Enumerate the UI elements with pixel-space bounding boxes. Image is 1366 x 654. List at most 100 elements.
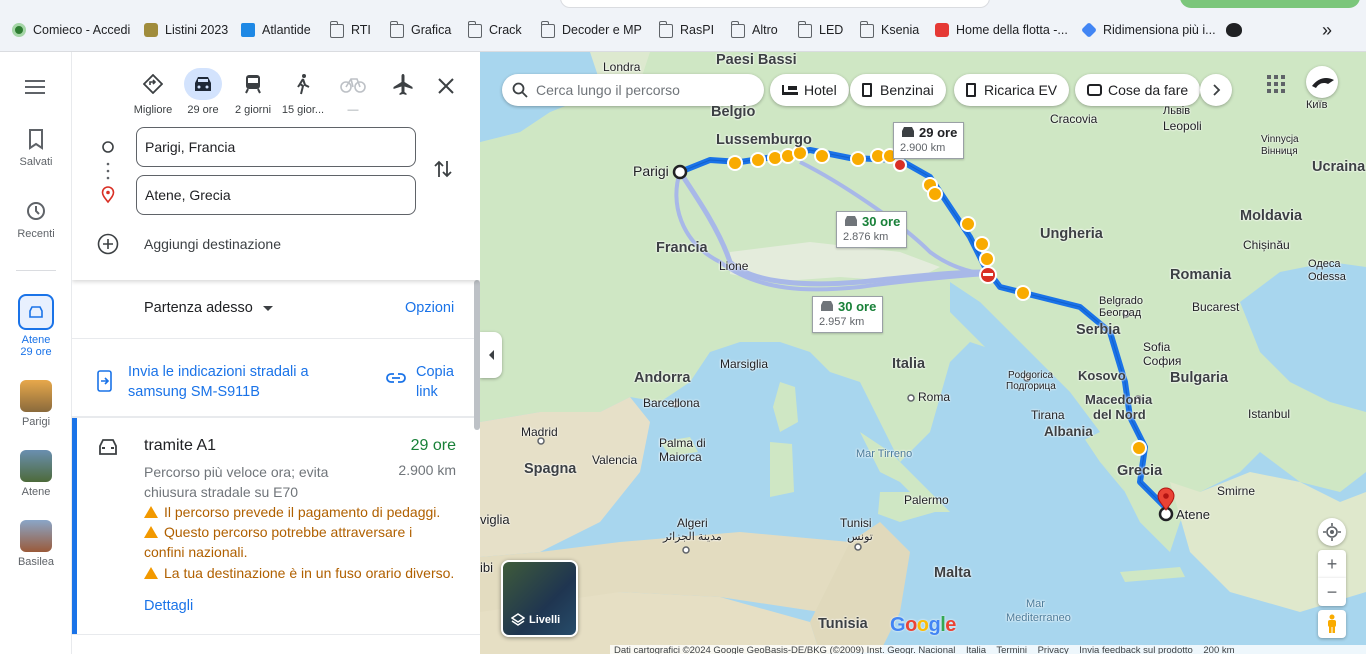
mode-transit[interactable]: 2 giorni [228, 68, 278, 116]
add-destination-button[interactable]: Aggiungi destinazione [96, 232, 281, 256]
mode-label: 29 ore [187, 104, 219, 116]
my-location-button[interactable] [1318, 518, 1346, 546]
recent-place-basel[interactable]: Basilea [0, 520, 72, 568]
send-to-phone-link[interactable]: Invia le indicazioni stradali a samsung … [128, 362, 338, 402]
map-label: viglia [480, 512, 510, 527]
bookmarks-overflow-button[interactable]: » [1322, 20, 1332, 40]
bookmark-rti[interactable]: RTI [330, 20, 371, 40]
map-label: Belgio [711, 104, 756, 120]
bookmark-flotta[interactable]: Home della flotta -... [935, 20, 1068, 40]
warning-text: Questo percorso potrebbe attraversare i … [144, 524, 413, 560]
account-avatar[interactable] [1306, 66, 1338, 98]
destination-input[interactable]: Atene, Grecia [136, 175, 416, 215]
folder-icon [390, 21, 404, 38]
bookmark-label: Decoder e MP [562, 23, 642, 37]
car-icon [184, 68, 222, 100]
zoom-in-button[interactable]: + [1318, 550, 1346, 578]
map-canvas[interactable]: Cerca lungo il percorso Hotel Benzinai R… [480, 52, 1366, 654]
search-along-route-input[interactable]: Cerca lungo il percorso [502, 74, 764, 106]
saved-button[interactable]: Salvati [0, 128, 72, 168]
recent-trip-athens[interactable]: Atene 29 ore [0, 294, 72, 358]
layers-button[interactable]: Livelli [501, 560, 578, 637]
bookmark-listini[interactable]: Listini 2023 [144, 20, 228, 40]
walk-icon [284, 68, 322, 100]
recent-button[interactable]: Recenti [0, 200, 72, 240]
warning-icon [144, 506, 158, 518]
recent-place-athens[interactable]: Atene [0, 450, 72, 498]
address-bar-edge[interactable] [560, 0, 990, 8]
map-label: Francia [656, 240, 708, 256]
bike-icon [334, 68, 372, 100]
route-description: Percorso più veloce ora; evita chiusura … [144, 464, 329, 500]
mode-best[interactable]: Migliore [128, 68, 178, 116]
map-label: Leopoli [1163, 119, 1202, 133]
route-via: tramite A1 [144, 437, 217, 454]
route-distance: 2.900 km [398, 462, 456, 478]
place-label: Atene [21, 486, 51, 498]
plane-icon [384, 68, 422, 100]
bookmark-atlantide[interactable]: Atlantide [241, 20, 311, 40]
route-box-main[interactable]: 29 ore 2.900 km [893, 122, 965, 159]
bookmark-ksenia[interactable]: Ksenia [860, 20, 919, 40]
route-box-alt-2[interactable]: 30 ore 2.957 km [812, 296, 884, 333]
rail-divider [16, 270, 56, 271]
map-label: Вінниця [1261, 146, 1298, 157]
mode-flight[interactable] [378, 68, 428, 104]
caret-down-icon [262, 305, 273, 311]
bookmark-cat[interactable] [1226, 20, 1249, 40]
depart-time-dropdown[interactable]: Partenza adesso [144, 300, 273, 316]
chip-things-to-do[interactable]: Cose da fare [1075, 74, 1201, 106]
origin-input[interactable]: Parigi, Francia [136, 127, 416, 167]
directions-panel: Migliore 29 ore 2 giorni 15 gior... — Pa… [72, 52, 480, 654]
mode-walk[interactable]: 15 gior... [278, 68, 328, 116]
bookmark-crack[interactable]: Crack [468, 20, 522, 40]
trip-duration-label: 29 ore [20, 346, 52, 358]
route-box-alt-1[interactable]: 30 ore 2.876 km [836, 211, 908, 248]
map-label: Vinnycja [1261, 134, 1299, 145]
mode-car[interactable]: 29 ore [178, 68, 228, 116]
chip-gas[interactable]: Benzinai [850, 74, 946, 106]
bookmark-ridimensiona[interactable]: Ridimensiona più i... [1081, 20, 1216, 40]
street-view-pegman[interactable] [1318, 610, 1346, 638]
pegman-icon [1328, 614, 1336, 633]
chips-next-button[interactable] [1200, 74, 1232, 106]
bookmark-label: Ridimensiona più i... [1103, 23, 1216, 37]
chip-ev-charging[interactable]: Ricarica EV [954, 74, 1070, 106]
atlantide-icon [241, 23, 255, 37]
map-label: Parigi [633, 163, 669, 179]
mode-bike[interactable]: — [328, 68, 378, 116]
map-label: Roma [918, 390, 951, 404]
bookmark-altro[interactable]: Altro [731, 20, 778, 40]
divider [72, 338, 480, 339]
apps-grid-button[interactable] [1266, 74, 1286, 94]
chip-hotel[interactable]: Hotel [770, 74, 849, 106]
bookmarks-bar: Comieco - Accedi Listini 2023 Atlantide … [0, 0, 1366, 52]
car-icon [821, 301, 833, 311]
recent-place-paris[interactable]: Parigi [0, 380, 72, 428]
mode-label: Migliore [133, 104, 173, 116]
add-circle-icon [97, 233, 119, 255]
chip-label: Hotel [804, 82, 837, 98]
map-label: Macedonia [1085, 392, 1153, 407]
map-label-text: Palma di Maiorca [659, 436, 706, 464]
zoom-out-button[interactable]: − [1318, 578, 1346, 606]
timezone-warning: La tua destinazione è in un fuso orario … [144, 563, 464, 583]
close-directions-button[interactable] [432, 72, 460, 100]
folder-icon [468, 21, 482, 38]
bookmark-comieco[interactable]: Comieco - Accedi [12, 20, 130, 40]
route-card-selected[interactable]: tramite A1 29 ore Percorso più veloce or… [72, 418, 480, 634]
swap-button[interactable] [432, 158, 456, 182]
search-icon [512, 82, 528, 98]
menu-button[interactable] [0, 78, 72, 99]
copy-link-button[interactable]: Copia link [416, 362, 460, 402]
best-route-icon [134, 68, 172, 100]
details-link[interactable]: Dettagli [144, 598, 193, 614]
maps-left-rail: Salvati Recenti Atene 29 ore Parigi Aten… [0, 52, 72, 654]
bookmark-decoder[interactable]: Decoder e MP [541, 20, 642, 40]
bookmark-raspi[interactable]: RasPI [659, 20, 714, 40]
options-link[interactable]: Opzioni [405, 300, 454, 316]
profile-button-edge[interactable] [1180, 0, 1360, 8]
bookmark-led[interactable]: LED [798, 20, 843, 40]
collapse-panel-button[interactable] [480, 332, 502, 378]
bookmark-grafica[interactable]: Grafica [390, 20, 451, 40]
